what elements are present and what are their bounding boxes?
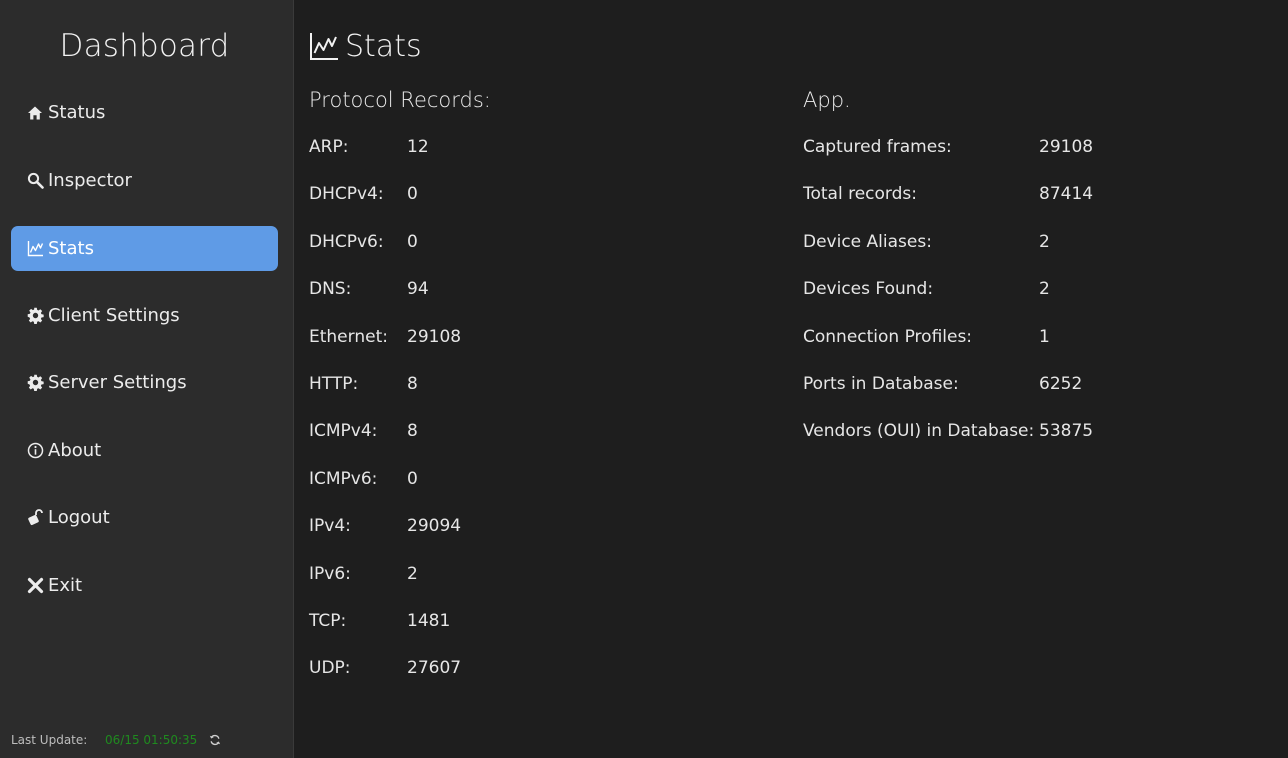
stat-value: 6252 — [1039, 374, 1083, 394]
stat-value: 87414 — [1039, 184, 1094, 205]
stat-label: DHCPv4: — [309, 184, 384, 205]
chart-line-icon — [26, 240, 44, 258]
sidebar-item-label: Server Settings — [48, 372, 187, 393]
stat-label: IPv4: — [309, 516, 351, 537]
app-window: Dashboard Status Inspector Stats Client … — [0, 0, 1288, 758]
stat-value: 0 — [407, 184, 418, 205]
gear-icon — [26, 374, 44, 392]
stat-value: 2 — [1039, 279, 1050, 300]
close-icon — [26, 577, 44, 595]
home-icon — [26, 104, 44, 122]
stat-value: 0 — [407, 231, 418, 252]
main-content: Stats Protocol Records: ARP: 12 DHCPv4: 0 DH… — [294, 0, 1288, 758]
stat-label: Vendors (OUI) in Database: — [803, 421, 1035, 442]
stat-label: ARP: — [309, 137, 349, 157]
page-title-text: Stats — [345, 28, 422, 64]
chart-line-icon — [309, 31, 339, 61]
search-icon — [26, 172, 44, 190]
stat-value: 8 — [407, 421, 418, 442]
sidebar-item-label: About — [48, 440, 102, 461]
stat-label: UDP: — [309, 658, 351, 679]
stat-value: 8 — [407, 374, 418, 394]
sidebar-item-label: Exit — [48, 575, 83, 596]
stat-label: Ethernet: — [309, 326, 388, 347]
sidebar-item-status[interactable]: Status — [11, 90, 278, 135]
stat-value: 29094 — [407, 516, 462, 537]
stat-label: ICMPv6: — [309, 468, 378, 489]
page-title: Stats — [309, 28, 422, 64]
stat-value: 53875 — [1039, 421, 1094, 442]
stat-value: 94 — [407, 279, 429, 300]
gear-icon — [26, 307, 44, 325]
stat-value: 1481 — [407, 611, 451, 631]
refresh-icon[interactable] — [209, 734, 223, 748]
sidebar-item-stats[interactable]: Stats — [11, 226, 278, 271]
stat-value: 29108 — [407, 326, 462, 347]
stat-label: ICMPv4: — [309, 421, 378, 442]
sidebar-item-label: Logout — [48, 507, 110, 528]
last-update-time: 06/15 01:50:35 — [105, 733, 198, 747]
stat-label: Captured frames: — [803, 137, 952, 157]
unlock-icon — [26, 509, 44, 527]
sidebar-item-label: Inspector — [48, 170, 132, 191]
stat-label: Device Aliases: — [803, 231, 932, 252]
info-icon — [26, 442, 44, 460]
sidebar-item-logout[interactable]: Logout — [11, 495, 278, 540]
sidebar-item-label: Client Settings — [48, 305, 180, 326]
stat-label: IPv6: — [309, 563, 351, 584]
stat-value: 27607 — [407, 658, 462, 679]
sidebar-item-client-settings[interactable]: Client Settings — [11, 293, 278, 338]
sidebar-item-label: Stats — [48, 238, 94, 259]
last-update-footer: Last Update: 06/15 01:50:35 — [11, 733, 281, 749]
stat-value: 1 — [1039, 326, 1050, 347]
stat-value: 0 — [407, 468, 418, 489]
stat-label: DHCPv6: — [309, 231, 384, 252]
app-stats-title: App. — [803, 88, 851, 112]
stat-value: 12 — [407, 137, 429, 157]
stat-value: 2 — [407, 563, 418, 584]
sidebar-item-exit[interactable]: Exit — [11, 563, 278, 608]
sidebar-item-server-settings[interactable]: Server Settings — [11, 360, 278, 405]
sidebar-item-inspector[interactable]: Inspector — [11, 158, 278, 203]
last-update-label: Last Update: — [11, 733, 88, 747]
stat-label: Ports in Database: — [803, 374, 959, 394]
stat-label: TCP: — [309, 611, 347, 631]
sidebar-title: Dashboard — [59, 28, 230, 64]
stat-label: DNS: — [309, 279, 352, 300]
sidebar-item-about[interactable]: About — [11, 428, 278, 473]
stat-value: 29108 — [1039, 137, 1094, 157]
sidebar-item-label: Status — [48, 102, 106, 123]
stat-label: Total records: — [803, 184, 917, 205]
stat-label: Connection Profiles: — [803, 326, 973, 347]
stat-label: Devices Found: — [803, 279, 934, 300]
stat-label: HTTP: — [309, 374, 359, 394]
sidebar: Dashboard Status Inspector Stats Client … — [0, 0, 294, 758]
protocol-records-title: Protocol Records: — [309, 88, 491, 112]
stat-value: 2 — [1039, 231, 1050, 252]
